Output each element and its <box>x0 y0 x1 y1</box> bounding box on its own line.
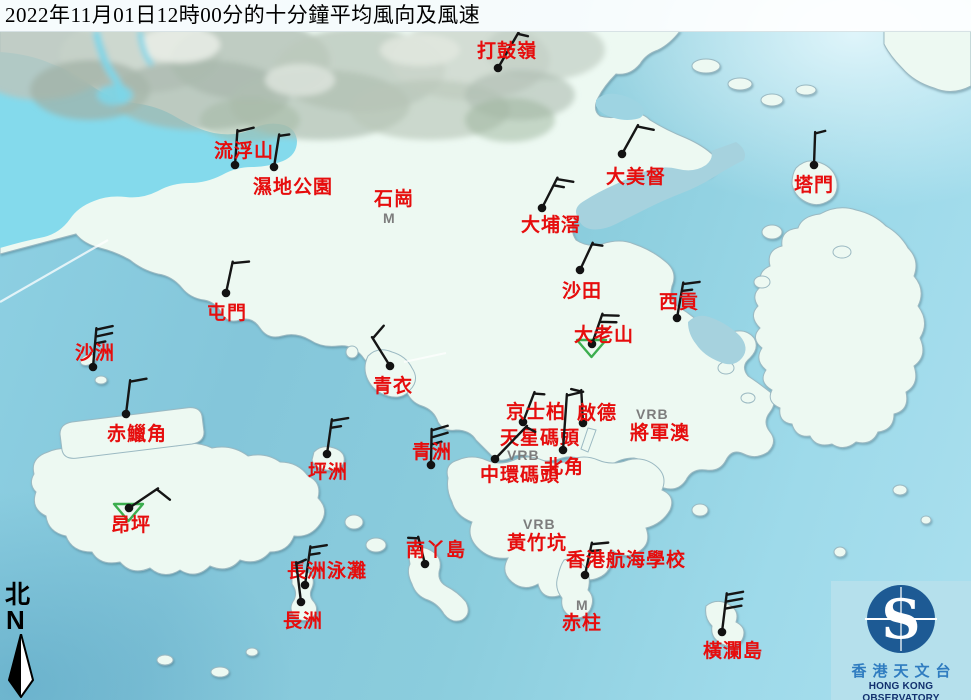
station-dot <box>581 571 590 580</box>
north-letter-label: N <box>6 608 45 633</box>
maintenance-label: M <box>383 211 396 225</box>
station-label: 香港航海學校 <box>566 551 686 570</box>
station-dot <box>222 289 231 298</box>
map-title: 2022年11月01日12時00分的十分鐘平均風向及風速 <box>0 0 971 30</box>
station-dot <box>491 455 500 464</box>
station-dot <box>673 314 682 323</box>
wind-barb <box>754 105 874 225</box>
hko-english-name: HONG KONG OBSERVATORY <box>831 681 971 700</box>
wind-barb <box>166 233 286 353</box>
station-label: 西貢 <box>659 293 699 312</box>
north-arrow-icon <box>8 634 34 698</box>
station-label: 大老山 <box>574 326 634 345</box>
hko-logo-icon: S <box>831 581 971 657</box>
wind-barb <box>267 394 387 514</box>
station-label: 坪洲 <box>308 463 348 482</box>
station-label: 南丫島 <box>406 541 466 560</box>
station-dot <box>810 161 819 170</box>
station-dot <box>122 410 131 419</box>
hko-chinese-name: 香港天文台 <box>831 664 971 681</box>
station-label: 北角 <box>544 458 584 477</box>
station-dot <box>386 362 395 371</box>
station-dot <box>323 450 332 459</box>
station-label: 長洲 <box>283 612 323 631</box>
station-label: 赤柱 <box>562 614 602 633</box>
station-label: 大美督 <box>606 168 666 187</box>
title-bar: 2022年11月01日12時00分的十分鐘平均風向及風速 <box>0 0 971 32</box>
station-dot <box>125 504 134 513</box>
station-dot <box>270 163 279 172</box>
station-label: 屯門 <box>207 304 247 323</box>
variable-wind-label: VRB <box>636 407 669 421</box>
station-dot <box>718 628 727 637</box>
wind-map-page: 打鼓嶺流浮山濕地公園石崗M大美督塔門大埔滘沙田屯門西貢沙洲大老山青衣赤鱲角青洲京… <box>0 0 971 700</box>
wind-barb <box>662 572 782 692</box>
station-label: 赤鱲角 <box>107 425 167 444</box>
hko-logo-panel: S 香港天文台 HONG KONG OBSERVATORY <box>831 581 971 700</box>
station-label: 將軍澳 <box>630 424 690 443</box>
maintenance-label: M <box>576 598 589 612</box>
station-dot <box>576 266 585 275</box>
station-dot <box>494 64 503 73</box>
station-dot <box>559 446 568 455</box>
station-dot <box>618 150 627 159</box>
wind-barb <box>241 542 361 662</box>
wind-barb <box>365 504 485 624</box>
station-label: 昂坪 <box>111 516 151 535</box>
wind-barb <box>214 107 334 227</box>
station-label: 石崗 <box>374 190 414 209</box>
north-compass: 北 N <box>5 583 45 698</box>
wind-barb <box>69 448 189 568</box>
station-label: 塔門 <box>794 176 834 195</box>
stations-layer: 打鼓嶺流浮山濕地公園石崗M大美督塔門大埔滘沙田屯門西貢沙洲大老山青衣赤鱲角青洲京… <box>0 0 971 700</box>
station-label: 打鼓嶺 <box>477 42 537 61</box>
station-label: 橫瀾島 <box>703 642 763 661</box>
station-label: 濕地公園 <box>253 178 333 197</box>
wind-barb <box>503 390 623 510</box>
station-dot <box>297 598 306 607</box>
